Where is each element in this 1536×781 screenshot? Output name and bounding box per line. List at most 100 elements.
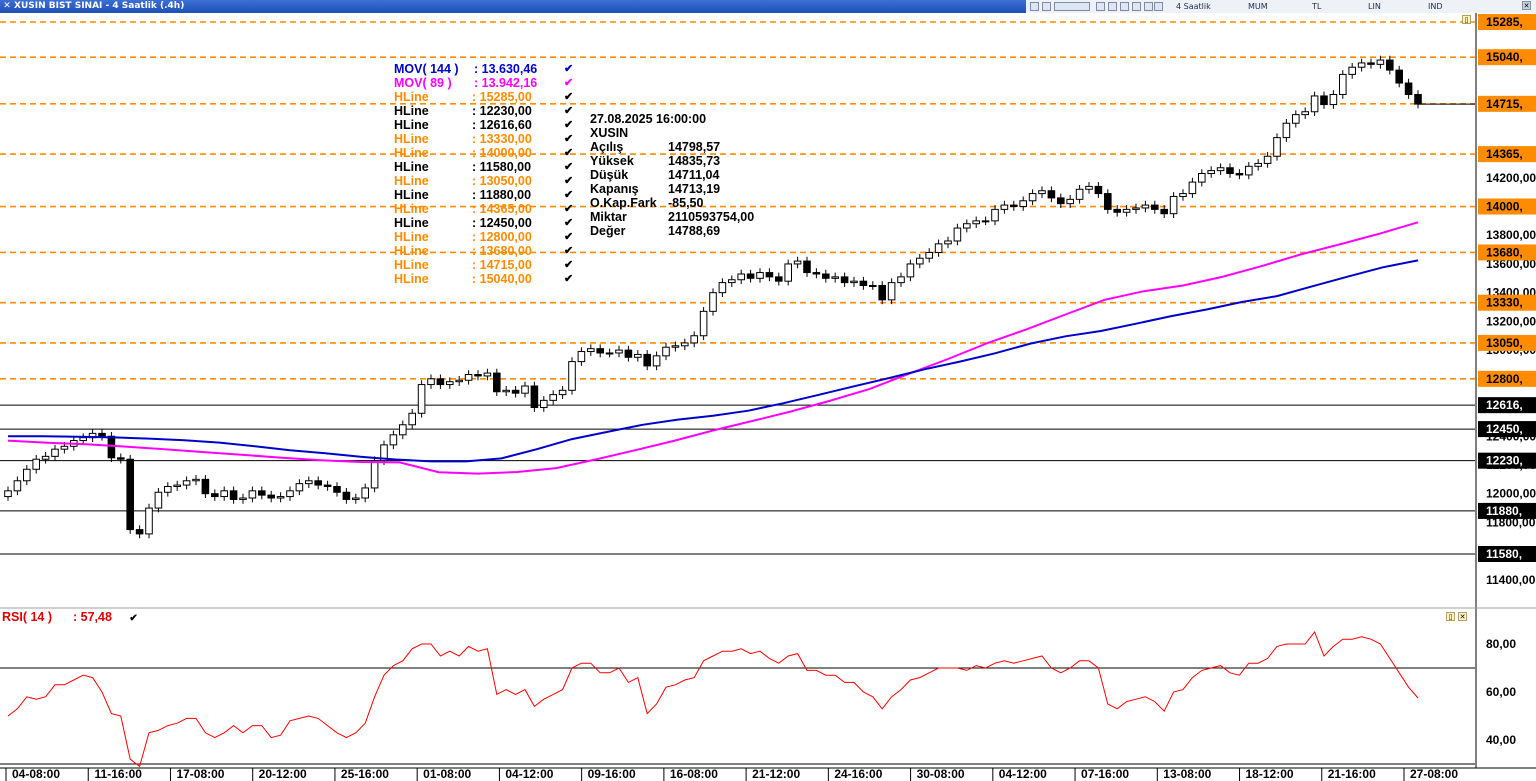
- checkmark-icon[interactable]: ✔: [564, 216, 573, 230]
- legend-hline-name: HLine: [394, 216, 429, 230]
- candle-body: [41, 455, 50, 460]
- chart-toolbar: 4 Saatlik MUM TL LIN IND: [1026, 0, 1536, 13]
- info-value: 14835,73: [668, 154, 721, 168]
- panel-pin-icon[interactable]: ▯: [1462, 15, 1471, 24]
- checkmark-icon[interactable]: ✔: [564, 174, 573, 188]
- currency-selector[interactable]: TL: [1312, 0, 1321, 13]
- legend-hline-name: HLine: [394, 146, 429, 160]
- candle-body: [822, 273, 830, 279]
- legend-mov89-value: : 13.942,16: [474, 76, 538, 90]
- list-icon[interactable]: [1144, 2, 1153, 11]
- legend-hline-value: : 13050,00: [472, 174, 532, 188]
- candle-body: [455, 379, 463, 383]
- time-tick-label: 21-16:00: [1328, 767, 1376, 781]
- candle-body: [765, 272, 774, 278]
- checkmark-icon[interactable]: ✔: [564, 62, 573, 76]
- chart-canvas: 11400,0011600,0011800,0012000,0012200,00…: [0, 13, 1536, 781]
- time-tick-label: 16-08:00: [670, 767, 718, 781]
- time-tick-label: 24-16:00: [834, 767, 882, 781]
- candle-body: [1057, 197, 1065, 205]
- draw-icon[interactable]: [1120, 2, 1129, 11]
- legend-hline-name: HLine: [394, 104, 429, 118]
- candle-body: [1226, 167, 1234, 174]
- checkmark-icon[interactable]: ✔: [564, 188, 573, 202]
- legend-hline-name: HLine: [394, 258, 429, 272]
- rsi-legend[interactable]: RSI( 14 ) : 57,48 ✔: [2, 610, 138, 624]
- checkmark-icon[interactable]: ✔: [564, 146, 573, 160]
- candle-body: [1028, 193, 1037, 202]
- candle-body: [248, 490, 257, 499]
- window-close-icon[interactable]: ✕: [1522, 1, 1531, 10]
- checkmark-icon[interactable]: ✔: [564, 244, 573, 258]
- candle-body: [540, 399, 548, 409]
- legend-hline-value: : 15285,00: [472, 90, 532, 104]
- candle-body: [784, 263, 792, 282]
- time-tick-label: 09-16:00: [588, 767, 636, 781]
- info-value: 14711,04: [668, 168, 720, 182]
- hline-value-label: 13680,: [1486, 245, 1523, 259]
- time-tick-label: 17-08:00: [176, 767, 224, 781]
- candle-body: [549, 394, 557, 401]
- legend-hline-name: HLine: [394, 174, 429, 188]
- chart-type-selector[interactable]: MUM: [1248, 0, 1268, 13]
- candle-body: [314, 480, 322, 486]
- checkmark-icon[interactable]: ✔: [564, 258, 573, 272]
- candle-body: [4, 490, 12, 498]
- candle-body: [1038, 190, 1046, 195]
- time-tick-label: 04-12:00: [999, 767, 1047, 781]
- candle-body: [1198, 172, 1206, 183]
- candle-body: [1151, 204, 1159, 210]
- rsi-panel: 40,00 60,00 80,00: [0, 631, 1516, 768]
- hline-value-label: 12450,: [1486, 422, 1523, 436]
- scale-selector[interactable]: LIN: [1368, 0, 1381, 13]
- info-key: Düşük: [590, 168, 629, 182]
- candle-body: [699, 310, 708, 337]
- candle-body: [756, 272, 764, 279]
- print-icon[interactable]: [1132, 2, 1141, 11]
- legend-hline-value: : 14365,00: [472, 202, 532, 216]
- indicator-selector[interactable]: IND: [1428, 0, 1443, 13]
- checkmark-icon[interactable]: ✔: [564, 104, 573, 118]
- candle-body: [925, 251, 933, 259]
- checkmark-icon[interactable]: ✔: [564, 202, 573, 216]
- candle-body: [887, 282, 896, 301]
- candle-body: [1085, 185, 1093, 190]
- chart-type-icon[interactable]: [1030, 2, 1039, 11]
- candle-body: [878, 284, 886, 301]
- layout-icon[interactable]: [1042, 2, 1051, 11]
- zoom-out-icon[interactable]: [1108, 2, 1117, 11]
- candle-body: [991, 208, 999, 222]
- candle-body: [1245, 165, 1253, 176]
- checkmark-icon[interactable]: ✔: [129, 613, 137, 624]
- candle-body: [126, 458, 134, 531]
- candle-body: [906, 263, 915, 278]
- candle-body: [1216, 167, 1225, 172]
- period-selector[interactable]: 4 Saatlik: [1176, 0, 1211, 13]
- candle-body: [1395, 69, 1403, 84]
- checkmark-icon[interactable]: ✔: [564, 272, 573, 286]
- time-tick-label: 21-12:00: [752, 767, 800, 781]
- checkmark-icon[interactable]: ✔: [564, 90, 573, 104]
- candle-body: [718, 282, 727, 294]
- candle-body: [201, 478, 210, 495]
- panel-pin-icon[interactable]: ▯: [1446, 612, 1455, 621]
- checkmark-icon[interactable]: ✔: [564, 118, 573, 132]
- checkmark-icon[interactable]: ✔: [564, 230, 573, 244]
- candle-body: [145, 507, 153, 535]
- candle-body: [812, 272, 821, 275]
- panel-close-icon[interactable]: ✕: [1458, 612, 1467, 621]
- info-key: Yüksek: [590, 154, 634, 168]
- settings-icon[interactable]: [1054, 2, 1090, 11]
- rsi-tick-label: 60,00: [1486, 685, 1516, 699]
- candle-body: [1254, 162, 1262, 167]
- legend-hline-name: HLine: [394, 188, 429, 202]
- candle-body: [831, 276, 839, 279]
- close-icon[interactable]: ✕: [2, 1, 12, 11]
- checkmark-icon[interactable]: ✔: [564, 132, 573, 146]
- zoom-in-icon[interactable]: [1096, 2, 1105, 11]
- checkmark-icon[interactable]: ✔: [564, 76, 573, 90]
- export-icon[interactable]: [1154, 2, 1163, 11]
- checkmark-icon[interactable]: ✔: [564, 160, 573, 174]
- hline-value-label: 15285,: [1486, 15, 1523, 29]
- info-value: 14798,57: [668, 140, 721, 154]
